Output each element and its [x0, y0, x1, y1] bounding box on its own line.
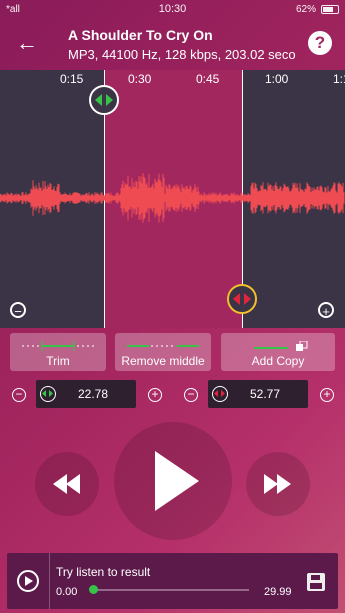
trim-label: Trim — [46, 354, 70, 368]
remove-middle-icon — [127, 345, 199, 347]
waveform-path — [0, 173, 345, 223]
start-time-field[interactable]: 22.78 — [36, 380, 136, 408]
trim-button[interactable]: Trim — [10, 333, 106, 371]
waveform — [0, 173, 345, 223]
add-copy-button[interactable]: Add Copy — [221, 333, 335, 371]
result-player: Try listen to result 0.00 29.99 — [7, 553, 338, 609]
trim-icon — [22, 341, 94, 351]
add-copy-label: Add Copy — [251, 354, 305, 368]
end-time-value: 52.77 — [249, 387, 280, 401]
zoom-in-icon[interactable]: + — [318, 302, 334, 319]
left-right-arrows-icon — [233, 293, 251, 305]
end-handle[interactable] — [227, 284, 257, 314]
zoom-out-icon[interactable]: − — [10, 302, 26, 319]
start-decrease-button[interactable]: − — [12, 388, 26, 402]
play-button[interactable] — [114, 422, 232, 540]
add-copy-icon — [254, 341, 308, 351]
end-marker-icon — [212, 386, 228, 402]
fast-forward-icon — [264, 474, 291, 494]
seekbar-thumb[interactable] — [89, 585, 98, 594]
waveform-editor[interactable]: 0:15 0:30 0:45 1:00 1:1 − + — [0, 70, 345, 328]
rewind-icon — [53, 474, 80, 494]
track-title: A Shoulder To Cry On — [68, 27, 213, 43]
rewind-button[interactable] — [35, 452, 99, 516]
result-seekbar[interactable] — [91, 589, 249, 591]
result-current-time: 0.00 — [56, 586, 78, 598]
play-icon — [155, 451, 199, 511]
play-result-icon[interactable] — [17, 570, 39, 592]
start-marker-icon — [40, 386, 56, 402]
fast-forward-button[interactable] — [246, 452, 310, 516]
start-increase-button[interactable]: + — [148, 388, 162, 402]
save-icon[interactable] — [307, 573, 325, 591]
end-decrease-button[interactable]: − — [184, 388, 198, 402]
remove-middle-label: Remove middle — [121, 354, 205, 368]
edit-actions: Trim Remove middle Add Copy — [10, 333, 335, 371]
app-header: ← A Shoulder To Cry On MP3, 44100 Hz, 12… — [0, 18, 345, 70]
range-controls: − 22.78 + − 52.77 + — [0, 380, 345, 410]
battery-icon — [321, 4, 339, 14]
track-info: MP3, 44100 Hz, 128 kbps, 203.02 seco… — [68, 47, 296, 62]
clock: 10:30 — [158, 3, 187, 15]
end-time-field[interactable]: 52.77 — [208, 380, 308, 408]
start-handle[interactable] — [89, 85, 119, 115]
end-increase-button[interactable]: + — [320, 388, 334, 402]
remove-middle-button[interactable]: Remove middle — [115, 333, 211, 371]
status-bar: *all 10:30 62% — [0, 0, 345, 18]
result-label: Try listen to result — [56, 565, 151, 579]
result-total-time: 29.99 — [264, 586, 292, 598]
start-time-value: 22.78 — [77, 387, 108, 401]
help-button[interactable]: ? — [308, 31, 332, 55]
back-arrow-icon[interactable]: ← — [14, 30, 40, 56]
left-right-arrows-icon — [95, 94, 113, 106]
